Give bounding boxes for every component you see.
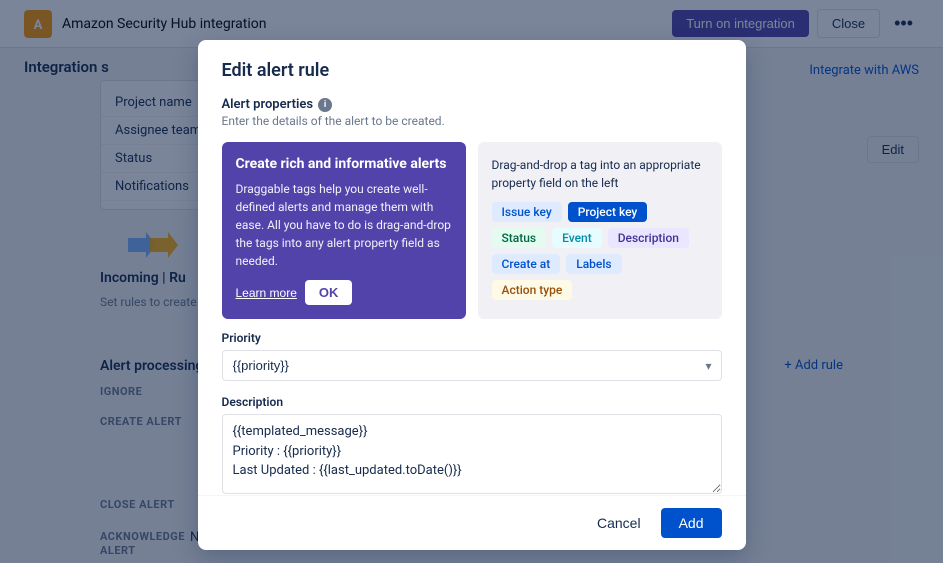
tag-issue-key[interactable]: Issue key [492,202,562,222]
add-button[interactable]: Add [661,508,722,538]
tag-event[interactable]: Event [552,228,602,248]
alert-properties-group: Alert properties i Enter the details of … [222,97,722,128]
edit-alert-rule-modal: Edit alert rule Alert properties i Enter… [198,40,746,550]
priority-select[interactable]: {{priority}} [222,350,722,381]
modal-body: Alert properties i Enter the details of … [198,97,746,495]
priority-group: Priority {{priority}} ▾ [222,331,722,381]
modal-footer: Cancel Add [198,495,746,550]
description-textarea[interactable] [222,414,722,494]
tags-panel-desc: Drag-and-drop a tag into an appropriate … [492,156,708,192]
tags-panel: Drag-and-drop a tag into an appropriate … [478,142,722,319]
banner-title: Create rich and informative alerts [236,156,452,172]
description-group: Description [222,395,722,495]
info-banner: Create rich and informative alerts Dragg… [222,142,466,319]
tag-description[interactable]: Description [608,228,689,248]
alert-properties-desc: Enter the details of the alert to be cre… [222,114,722,128]
priority-label: Priority [222,331,722,345]
tags-grid: Issue key Project key Status Event Descr… [492,202,708,300]
tag-status[interactable]: Status [492,228,547,248]
alert-properties-label: Alert properties i [222,97,722,112]
info-icon[interactable]: i [318,98,332,112]
banner-actions: Learn more OK [236,280,452,305]
tag-action-type[interactable]: Action type [492,280,573,300]
banner-text: Draggable tags help you create well-defi… [236,180,452,270]
tag-create-at[interactable]: Create at [492,254,561,274]
description-label: Description [222,395,722,409]
modal-title: Edit alert rule [222,60,722,81]
modal-overlay: Edit alert rule Alert properties i Enter… [0,0,943,563]
cancel-button[interactable]: Cancel [587,508,651,538]
ok-button[interactable]: OK [305,280,353,305]
modal-header: Edit alert rule [198,40,746,97]
tag-labels[interactable]: Labels [566,254,621,274]
learn-more-button[interactable]: Learn more [236,286,297,300]
tag-project-key[interactable]: Project key [568,202,648,222]
priority-select-wrapper: {{priority}} ▾ [222,350,722,381]
banner-split: Create rich and informative alerts Dragg… [222,142,722,319]
